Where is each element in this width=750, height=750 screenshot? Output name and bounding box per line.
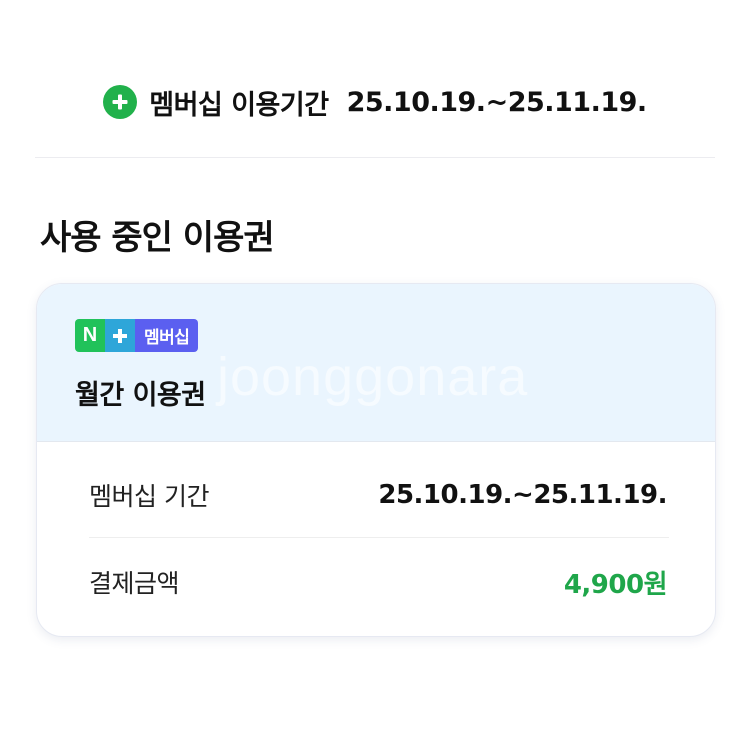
membership-period-label: 멤버십 이용기간	[149, 89, 329, 121]
membership-period-dates: 25.10.19.~25.11.19.	[346, 86, 648, 118]
pass-card-header: N 멤버십 joonggonara 월간 이용권	[37, 284, 715, 442]
naver-plus-membership-badge: N 멤버십	[75, 319, 199, 352]
membership-period-row-value: 25.10.19.~25.11.19.	[378, 480, 667, 510]
section-divider	[35, 157, 715, 158]
payment-amount-value: 4,900원	[563, 569, 668, 600]
plus-circle-icon	[103, 85, 138, 119]
plan-name: 월간 이용권	[75, 380, 206, 411]
plus-icon	[105, 319, 135, 352]
membership-page: 멤버십 이용기간 25.10.19.~25.11.19. 사용 중인 이용권 N…	[0, 0, 750, 750]
payment-amount-row: 결제금액 4,900원	[89, 562, 668, 602]
membership-period-bar: 멤버십 이용기간 25.10.19.~25.11.19.	[0, 78, 750, 126]
active-passes-title: 사용 중인 이용권	[40, 218, 275, 258]
watermark: joonggonara	[217, 347, 529, 407]
row-divider	[89, 537, 669, 538]
membership-period-row: 멤버십 기간 25.10.19.~25.11.19.	[89, 475, 667, 515]
badge-membership-text: 멤버십	[135, 319, 199, 352]
membership-period-row-label: 멤버십 기간	[89, 482, 209, 511]
badge-n-logo: N	[75, 319, 105, 352]
payment-amount-label: 결제금액	[89, 569, 180, 598]
membership-pass-card[interactable]: N 멤버십 joonggonara 월간 이용권 멤버십 기간 25.10.19…	[36, 283, 716, 637]
